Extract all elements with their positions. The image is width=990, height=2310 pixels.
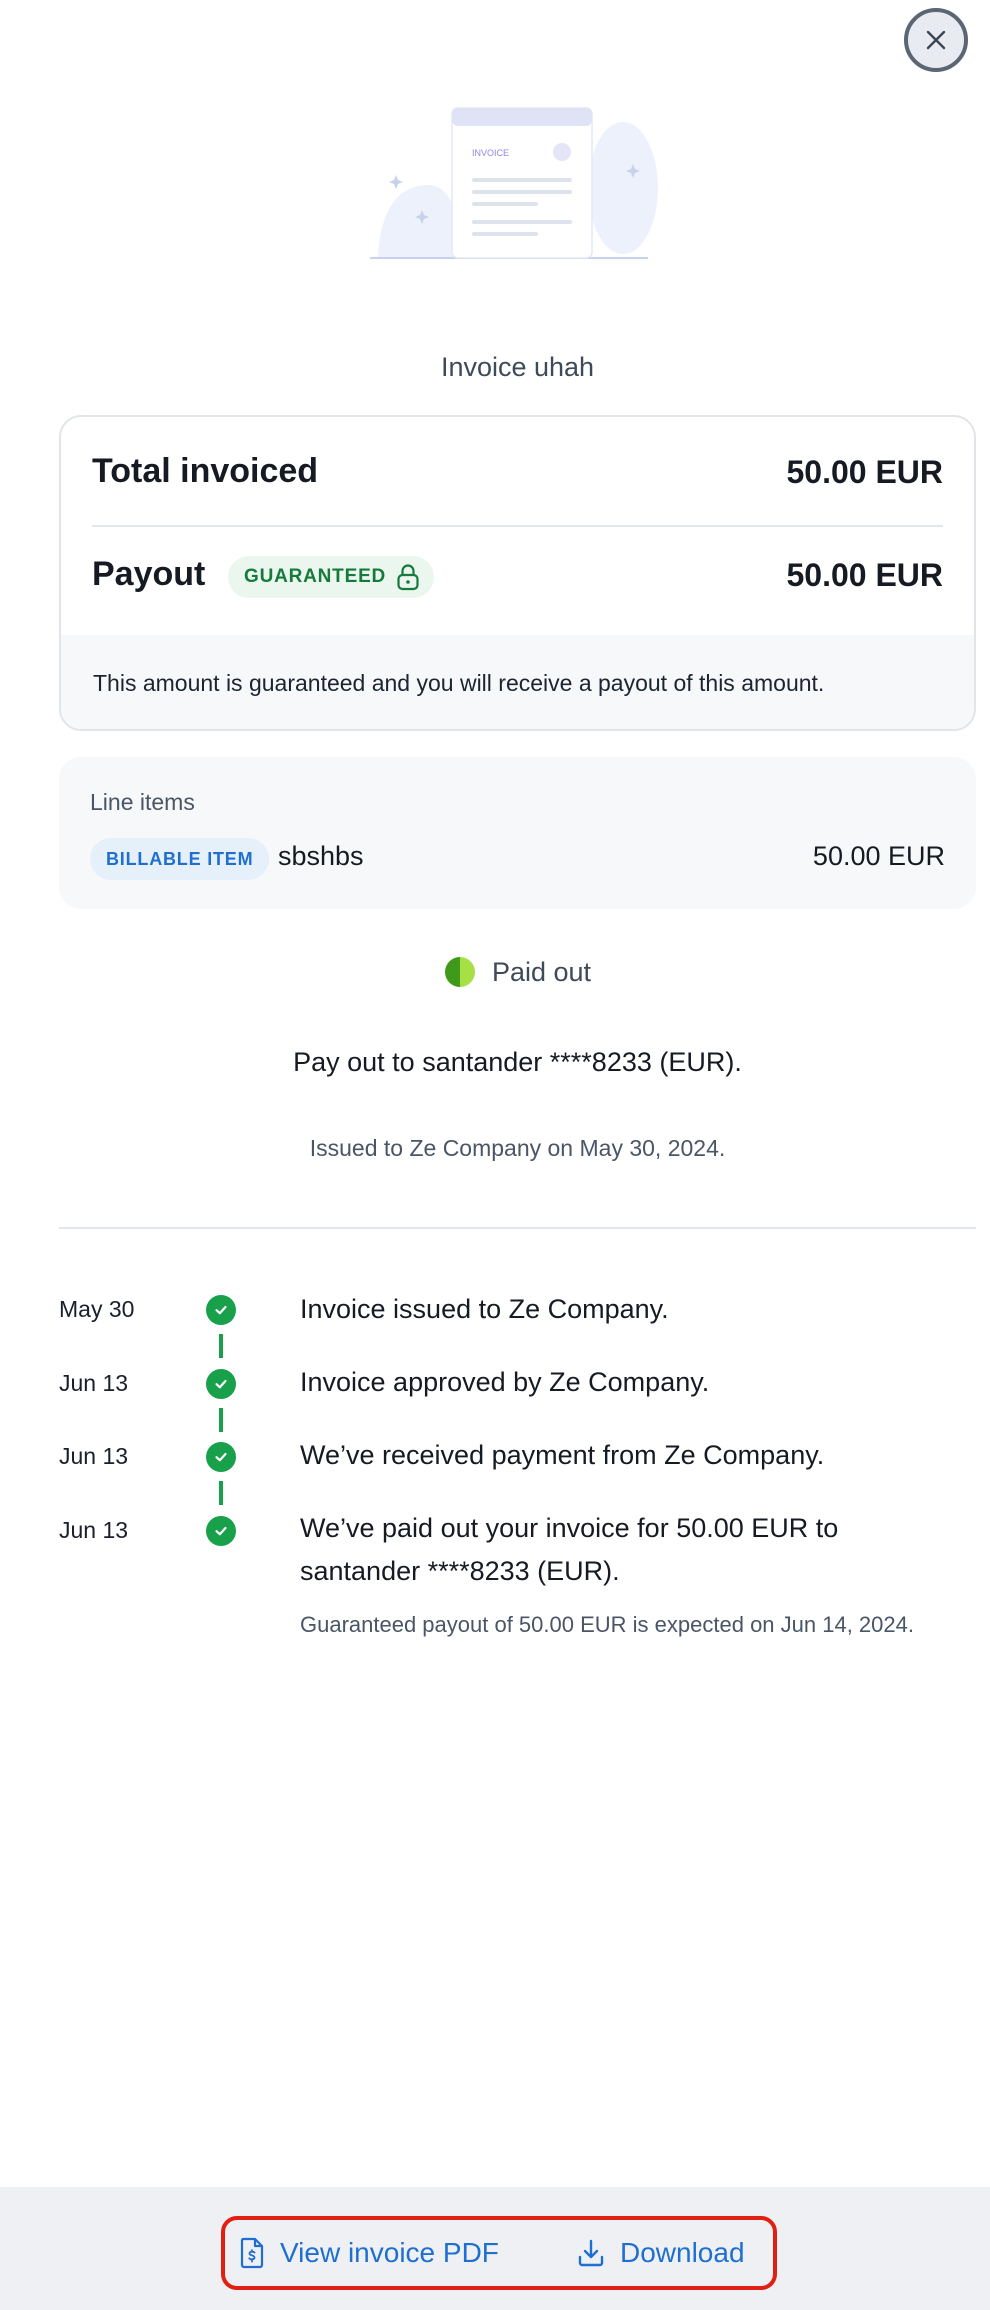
payout-destination: Pay out to santander ****8233 (EUR).: [293, 1047, 742, 1077]
close-button[interactable]: [904, 8, 968, 72]
check-icon: [206, 1295, 236, 1325]
billable-item-badge: BILLABLE ITEM: [90, 838, 270, 880]
view-invoice-pdf-label: View invoice PDF: [280, 2237, 499, 2268]
summary-divider: [92, 525, 943, 527]
timeline-date: Jun 13: [59, 1370, 129, 1396]
download-button[interactable]: Download: [576, 2226, 745, 2280]
timeline-subtext: Guaranteed payout of 50.00 EUR is expect…: [300, 1612, 914, 1637]
lock-icon: [397, 564, 419, 591]
payout-value: 50.00 EUR: [786, 557, 943, 593]
summary-card: Total invoiced 50.00 EUR Payout GUARANTE…: [59, 415, 976, 731]
check-icon: [206, 1442, 236, 1472]
close-icon: [926, 30, 946, 50]
half-circle-status-icon: [444, 957, 475, 987]
status-label: Paid out: [491, 956, 592, 987]
guaranteed-badge-label: GUARANTEED: [244, 566, 387, 587]
timeline-date: Jun 13: [59, 1517, 129, 1543]
line-items-card: Line items BILLABLE ITEM sbshbs 50.00 EU…: [59, 757, 976, 909]
check-icon: [206, 1516, 236, 1546]
timeline-text: Invoice approved by Ze Company.: [300, 1367, 710, 1397]
timeline-date: May 30: [59, 1296, 135, 1322]
guarantee-note: This amount is guaranteed and you will r…: [61, 635, 974, 729]
line-item-amount: 50.00 EUR: [812, 841, 945, 871]
view-invoice-pdf-button[interactable]: View invoice PDF: [238, 2226, 499, 2280]
timeline-date: Jun 13: [59, 1443, 129, 1469]
timeline-connector: [219, 1481, 223, 1505]
document-dollar-icon: [240, 2237, 264, 2269]
timeline-connector: [219, 1334, 223, 1358]
line-items-heading: Line items: [90, 789, 195, 815]
invoice-illustration: INVOICE: [368, 100, 668, 265]
timeline-text: Invoice issued to Ze Company.: [300, 1294, 669, 1324]
payout-label: Payout: [92, 555, 206, 593]
line-item-name: sbshbs: [278, 841, 364, 871]
payment-status: Paid out: [0, 956, 990, 988]
invoice-illustration-label: INVOICE: [472, 148, 509, 158]
timeline-text: We’ve received payment from Ze Company.: [300, 1440, 825, 1470]
timeline-text: We’ve paid out your invoice for 50.00 EU…: [300, 1513, 839, 1586]
timeline-connector: [219, 1408, 223, 1432]
section-divider: [59, 1227, 976, 1229]
download-icon: [578, 2239, 604, 2267]
guaranteed-badge: GUARANTEED: [228, 556, 435, 598]
check-icon: [206, 1369, 236, 1399]
invoice-title: Invoice uhah: [440, 352, 595, 382]
total-invoiced-label: Total invoiced: [92, 452, 319, 490]
download-label: Download: [620, 2237, 745, 2268]
total-invoiced-value: 50.00 EUR: [786, 454, 943, 490]
issued-info: Issued to Ze Company on May 30, 2024.: [309, 1135, 726, 1161]
